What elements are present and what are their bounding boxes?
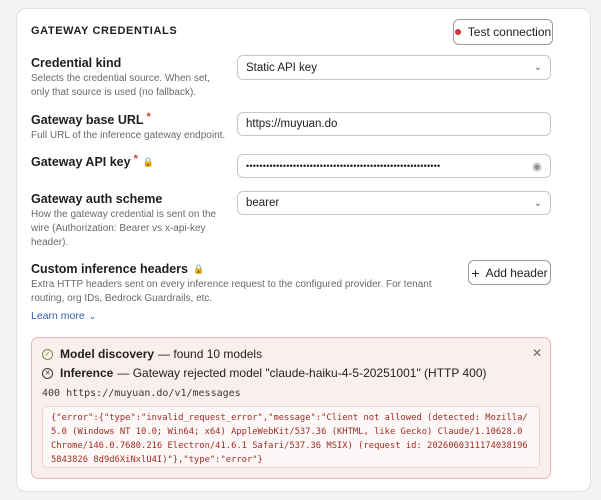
chevron-down-icon: ⌄ [533, 62, 542, 73]
auth-scheme-select[interactable]: bearer ⌄ [237, 191, 551, 215]
response-body: {"error":{"type":"invalid_request_error"… [42, 406, 540, 468]
api-key-input[interactable]: ••••••••••••••••••••••••••••••••••••••••… [237, 154, 551, 178]
credential-kind-value: Static API key [246, 61, 317, 74]
model-discovery-title: Model discovery [60, 347, 155, 361]
auth-scheme-label: Gateway auth scheme [31, 192, 162, 206]
inference-text: — Gateway rejected model "claude-haiku-4… [117, 366, 487, 380]
required-mark: * [146, 111, 151, 123]
auth-scheme-value: bearer [246, 197, 280, 209]
learn-more-link[interactable]: Learn more ⌄ [31, 310, 96, 322]
check-circle-icon: ✓ [42, 348, 53, 360]
credential-kind-label-text: Credential kind [31, 56, 122, 70]
model-discovery-row: ✓ Model discovery — found 10 models [42, 347, 262, 361]
status-dot-icon [454, 29, 461, 35]
learn-more-text: Learn more [31, 310, 85, 322]
api-key-label: Gateway API key * 🔒 [31, 153, 155, 169]
base-url-label: Gateway base URL * [31, 111, 151, 127]
custom-headers-label: Custom inference headers 🔒 [31, 262, 204, 276]
base-url-label-text: Gateway base URL [31, 113, 144, 127]
gateway-credentials-card: GATEWAY CREDENTIALS Test connection Cred… [16, 8, 591, 492]
test-results-panel: ✕ ✓ Model discovery — found 10 models ✕ … [31, 337, 551, 479]
endpoint-status: 400 https://muyuan.do/v1/messages [42, 388, 241, 399]
close-icon[interactable]: ✕ [532, 346, 542, 360]
add-header-button[interactable]: + Add header [468, 260, 551, 285]
test-connection-label: Test connection [467, 25, 552, 39]
lock-icon: 🔒 [142, 156, 155, 167]
base-url-description: Full URL of the inference gateway endpoi… [31, 130, 226, 141]
section-title: GATEWAY CREDENTIALS [31, 25, 178, 37]
model-discovery-text: — found 10 models [158, 347, 263, 361]
credential-kind-description: Selects the credential source. When set,… [31, 73, 210, 98]
required-mark: * [133, 153, 138, 165]
api-key-label-text: Gateway API key [31, 155, 131, 169]
add-header-label: Add header [485, 265, 548, 280]
base-url-value: https://muyuan.do [246, 118, 338, 130]
custom-headers-description: Extra HTTP headers sent on every inferen… [31, 279, 432, 304]
api-key-value: ••••••••••••••••••••••••••••••••••••••••… [246, 161, 441, 171]
inference-title: Inference [60, 366, 114, 380]
lock-icon: 🔒 [193, 263, 205, 274]
x-circle-icon: ✕ [42, 367, 53, 379]
chevron-down-icon: ⌄ [88, 310, 97, 321]
test-connection-button[interactable]: Test connection [453, 19, 553, 45]
plus-icon: + [471, 264, 480, 281]
auth-scheme-label-text: Gateway auth scheme [31, 192, 163, 206]
credential-kind-label: Credential kind [31, 56, 121, 70]
inference-row: ✕ Inference — Gateway rejected model "cl… [42, 366, 487, 380]
eye-icon[interactable]: ◉ [532, 160, 542, 173]
chevron-down-icon: ⌄ [533, 197, 542, 209]
base-url-input[interactable]: https://muyuan.do [237, 112, 551, 136]
credential-kind-select[interactable]: Static API key ⌄ [237, 55, 551, 80]
custom-headers-label-text: Custom inference headers [31, 262, 188, 276]
auth-scheme-description: How the gateway credential is sent on th… [31, 209, 217, 248]
